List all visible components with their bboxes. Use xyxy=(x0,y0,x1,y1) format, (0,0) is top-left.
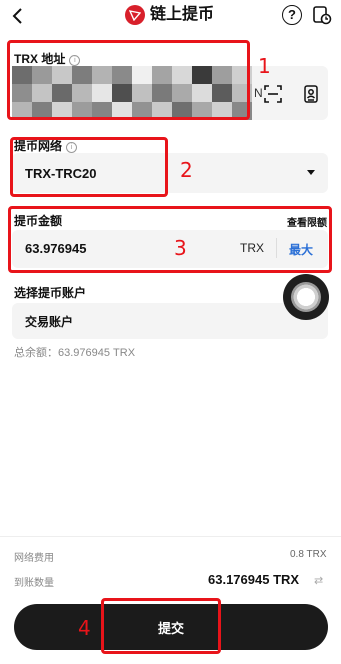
annotation-box-2 xyxy=(10,137,168,197)
summary-divider xyxy=(0,536,341,537)
fee-label: 网络费用 xyxy=(14,553,54,564)
annotation-box-4 xyxy=(101,598,221,654)
chevron-left-icon[interactable] xyxy=(8,6,28,26)
history-icon[interactable] xyxy=(312,5,332,25)
account-label: 选择提币账户 xyxy=(14,286,87,300)
annotation-number-2: 2 xyxy=(180,158,193,182)
address-book-icon[interactable] xyxy=(302,85,320,103)
swap-icon[interactable]: ⇄ xyxy=(314,574,323,587)
annotation-box-1 xyxy=(7,40,250,120)
total-balance: 总余额：63.976945 TRX xyxy=(14,347,136,359)
floating-button[interactable] xyxy=(283,274,329,320)
receive-value: 63.176945 TRX xyxy=(208,572,300,587)
annotation-number-4: 4 xyxy=(78,616,91,640)
receive-label: 到账数量 xyxy=(14,578,54,589)
annotation-box-3 xyxy=(8,206,332,273)
page-title: 链上提币 xyxy=(150,6,215,23)
tron-logo-icon xyxy=(125,5,145,25)
account-value: 交易账户 xyxy=(25,315,74,329)
scan-icon[interactable] xyxy=(264,85,282,103)
annotation-number-3: 3 xyxy=(174,236,187,260)
floating-ring-icon xyxy=(291,282,321,312)
fee-value: 0.8 TRX xyxy=(290,549,327,560)
help-icon[interactable]: ? xyxy=(282,5,302,25)
annotation-number-1: 1 xyxy=(258,54,271,78)
address-overflow-char: N xyxy=(254,86,263,100)
caret-down-icon[interactable] xyxy=(307,170,315,175)
